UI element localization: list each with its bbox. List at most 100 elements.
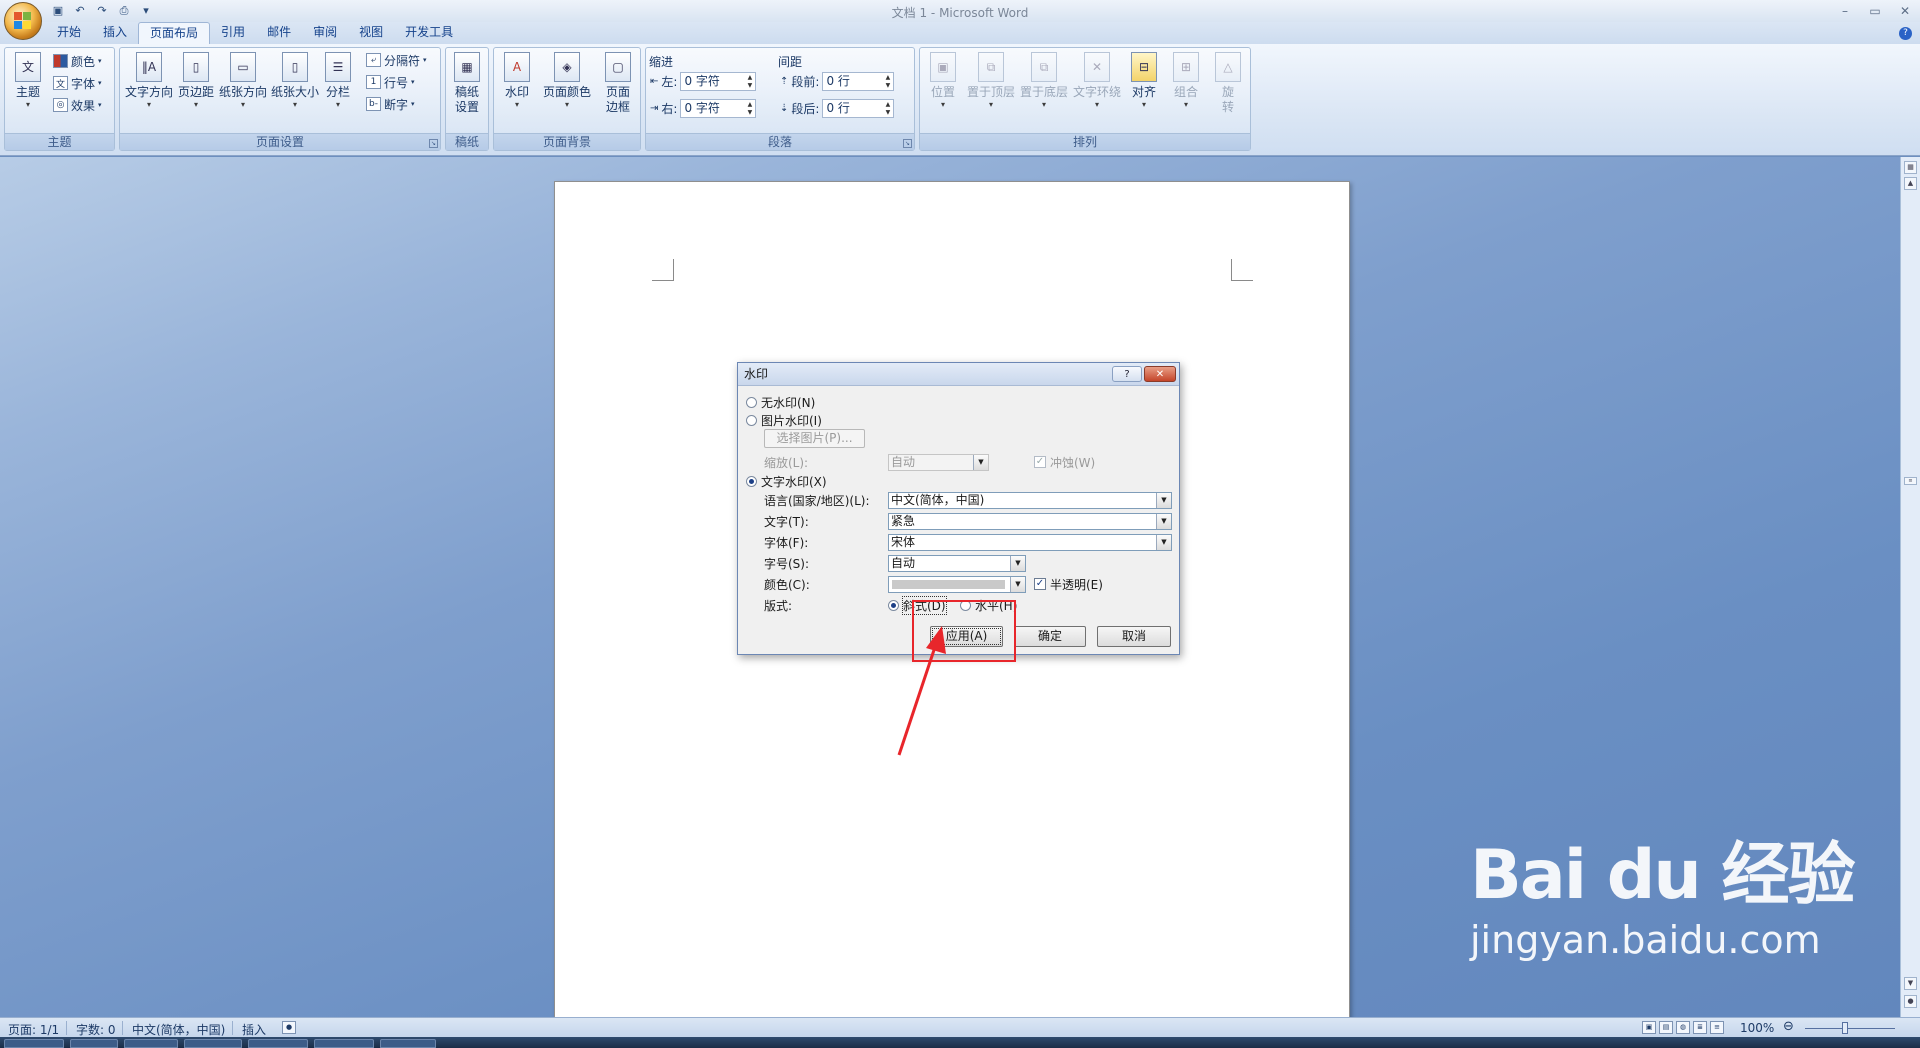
zoom-level[interactable]: 100% (1740, 1021, 1774, 1035)
theme-fonts-button[interactable]: 文 字体 ▾ (53, 74, 102, 92)
size-select[interactable]: 自动 ▼ (888, 555, 1026, 572)
select-picture-button[interactable]: 选择图片(P)... (764, 429, 865, 448)
scroll-up-icon[interactable]: ▲ (1904, 177, 1917, 190)
align-icon: ⊟ (1131, 52, 1157, 82)
word-count[interactable]: 字数: 0 (76, 1021, 116, 1038)
close-button[interactable]: ✕ (1890, 0, 1920, 22)
insert-mode[interactable]: 插入 (242, 1021, 266, 1038)
draft-view-icon[interactable]: ≡ (1710, 1021, 1724, 1034)
zoom-out-icon[interactable]: ⊖ (1783, 1019, 1794, 1034)
print-layout-view-icon[interactable]: ▣ (1642, 1021, 1656, 1034)
spacing-before-input[interactable]: 0 行 ▲ ▼ (822, 71, 895, 91)
taskbar-item[interactable] (4, 1039, 64, 1048)
page-count[interactable]: 页面: 1/1 (8, 1021, 59, 1038)
zoom-slider-thumb[interactable] (1842, 1022, 1848, 1034)
tab-view[interactable]: 视图 (348, 22, 394, 44)
tab-home[interactable]: 开始 (46, 22, 92, 44)
vertical-scrollbar[interactable]: ▦ ▲ ≡ ▼ ● (1900, 157, 1920, 1017)
bring-to-front-icon: ⧉ (978, 52, 1004, 82)
columns-button[interactable]: ☰ 分栏 ▾ (323, 52, 353, 110)
taskbar-item[interactable] (124, 1039, 178, 1048)
hyphenation-button[interactable]: b- 断字 ▾ (366, 95, 415, 113)
minimize-button[interactable]: – (1830, 0, 1860, 22)
full-screen-reading-view-icon[interactable]: ▤ (1659, 1021, 1673, 1034)
theme-colors-button[interactable]: 颜色 ▾ (53, 52, 102, 70)
spacing-after-input[interactable]: 0 行 ▲ ▼ (822, 98, 895, 118)
size-label: 纸张大小 (270, 85, 319, 99)
color-select[interactable]: ▼ (888, 576, 1026, 593)
manuscript-settings-button[interactable]: ▦ 稿纸 设置 (452, 52, 482, 115)
send-to-back-button[interactable]: ⧉ 置于底层 ▾ (1019, 52, 1069, 110)
tab-mailings[interactable]: 邮件 (256, 22, 302, 44)
tab-references[interactable]: 引用 (210, 22, 256, 44)
outline-view-icon[interactable]: ≣ (1693, 1021, 1707, 1034)
pointer-arrow-icon (897, 626, 946, 756)
indent-right-input[interactable]: 0 字符 ▲ ▼ (680, 98, 757, 118)
rotate-button[interactable]: △ 旋 转 (1212, 52, 1244, 115)
paragraph-launcher-icon[interactable]: ↘ (903, 139, 912, 148)
page-setup-launcher-icon[interactable]: ↘ (429, 139, 438, 148)
taskbar-item[interactable] (314, 1039, 374, 1048)
dialog-help-button[interactable]: ? (1112, 366, 1142, 382)
indent-right-row: ⇥ 右: 0 字符 ▲ ▼ (650, 98, 757, 118)
scroll-thumb[interactable]: ≡ (1904, 477, 1917, 485)
no-watermark-option[interactable]: 无水印(N) (746, 393, 815, 411)
theme-button[interactable]: 文 主题 ▾ (11, 52, 45, 110)
text-direction-button[interactable]: ‖A 文字方向 ▾ (124, 52, 174, 110)
orientation-button[interactable]: ▭ 纸张方向 ▾ (218, 52, 268, 110)
margins-button[interactable]: ▯ 页边距 ▾ (176, 52, 216, 110)
scroll-down-icon[interactable]: ▼ (1904, 977, 1917, 990)
diagonal-radio[interactable] (888, 599, 899, 611)
group-page-setup: ‖A 文字方向 ▾ ▯ 页边距 ▾ ▭ 纸张方向 ▾ ▯ 纸张大小 ▾ ☰ 分栏 ▾ ⤶ … (119, 47, 441, 151)
browse-object-icon[interactable]: ● (1904, 995, 1917, 1008)
group-objects-button[interactable]: ⊞ 组合 ▾ (1170, 52, 1202, 110)
washout-checkbox[interactable]: ✓ (1034, 456, 1046, 468)
dialog-close-button[interactable]: ✕ (1144, 366, 1176, 382)
page-borders-button[interactable]: ▢ 页面 边框 (602, 52, 634, 115)
help-icon[interactable]: ? (1899, 27, 1912, 40)
language-select[interactable]: 中文(简体，中国) ▼ (888, 492, 1172, 509)
semitransparent-option[interactable]: ✓ 半透明(E) (1034, 575, 1103, 593)
semitransparent-checkbox[interactable]: ✓ (1034, 578, 1046, 590)
taskbar-item[interactable] (70, 1039, 118, 1048)
text-wrap-button[interactable]: ✕ 文字环绕 ▾ (1072, 52, 1122, 110)
indent-left-input[interactable]: 0 字符 ▲ ▼ (680, 71, 757, 91)
zoom-slider[interactable] (1805, 1028, 1895, 1029)
breaks-button[interactable]: ⤶ 分隔符 ▾ (366, 51, 427, 69)
taskbar-item[interactable] (380, 1039, 436, 1048)
maximize-button[interactable]: ▭ (1860, 0, 1890, 22)
dialog-title-bar: 水印 ? ✕ (738, 363, 1179, 386)
watermark-button[interactable]: A 水印 ▾ (502, 52, 532, 110)
taskbar-item[interactable] (248, 1039, 308, 1048)
text-select[interactable]: 紧急 ▼ (888, 513, 1172, 530)
tab-developer[interactable]: 开发工具 (394, 22, 464, 44)
picture-watermark-radio[interactable] (746, 414, 757, 426)
size-button[interactable]: ▯ 纸张大小 ▾ (270, 52, 320, 110)
line-numbers-button[interactable]: 1 行号 ▾ (366, 73, 415, 91)
picture-watermark-option[interactable]: 图片水印(I) (746, 411, 822, 429)
macro-record-icon[interactable]: ● (282, 1021, 296, 1034)
font-select[interactable]: 宋体 ▼ (888, 534, 1172, 551)
text-watermark-radio[interactable] (746, 475, 757, 487)
watermark-label: 水印 (504, 85, 529, 99)
margins-label: 页边距 (177, 85, 214, 99)
tab-review[interactable]: 审阅 (302, 22, 348, 44)
position-button[interactable]: ▣ 位置 ▾ (928, 52, 958, 110)
no-watermark-radio[interactable] (746, 396, 757, 408)
web-layout-view-icon[interactable]: ◍ (1676, 1021, 1690, 1034)
language-status[interactable]: 中文(简体，中国) (132, 1021, 225, 1038)
bring-to-front-button[interactable]: ⧉ 置于顶层 ▾ (966, 52, 1016, 110)
ok-button[interactable]: 确定 (1014, 626, 1086, 647)
tab-insert[interactable]: 插入 (92, 22, 138, 44)
scale-select[interactable]: 自动 ▼ (888, 454, 989, 471)
theme-effects-button[interactable]: ◎ 效果 ▾ (53, 96, 102, 114)
align-button[interactable]: ⊟ 对齐 ▾ (1128, 52, 1160, 110)
office-button[interactable] (4, 2, 42, 40)
washout-option[interactable]: ✓ 冲蚀(W) (1034, 453, 1095, 471)
text-watermark-option[interactable]: 文字水印(X) (746, 472, 827, 490)
page-color-button[interactable]: ◈ 页面颜色 ▾ (542, 52, 592, 110)
taskbar-item[interactable] (184, 1039, 242, 1048)
tab-page-layout[interactable]: 页面布局 (138, 22, 211, 44)
ruler-toggle-icon[interactable]: ▦ (1904, 161, 1917, 174)
cancel-button[interactable]: 取消 (1097, 626, 1171, 647)
